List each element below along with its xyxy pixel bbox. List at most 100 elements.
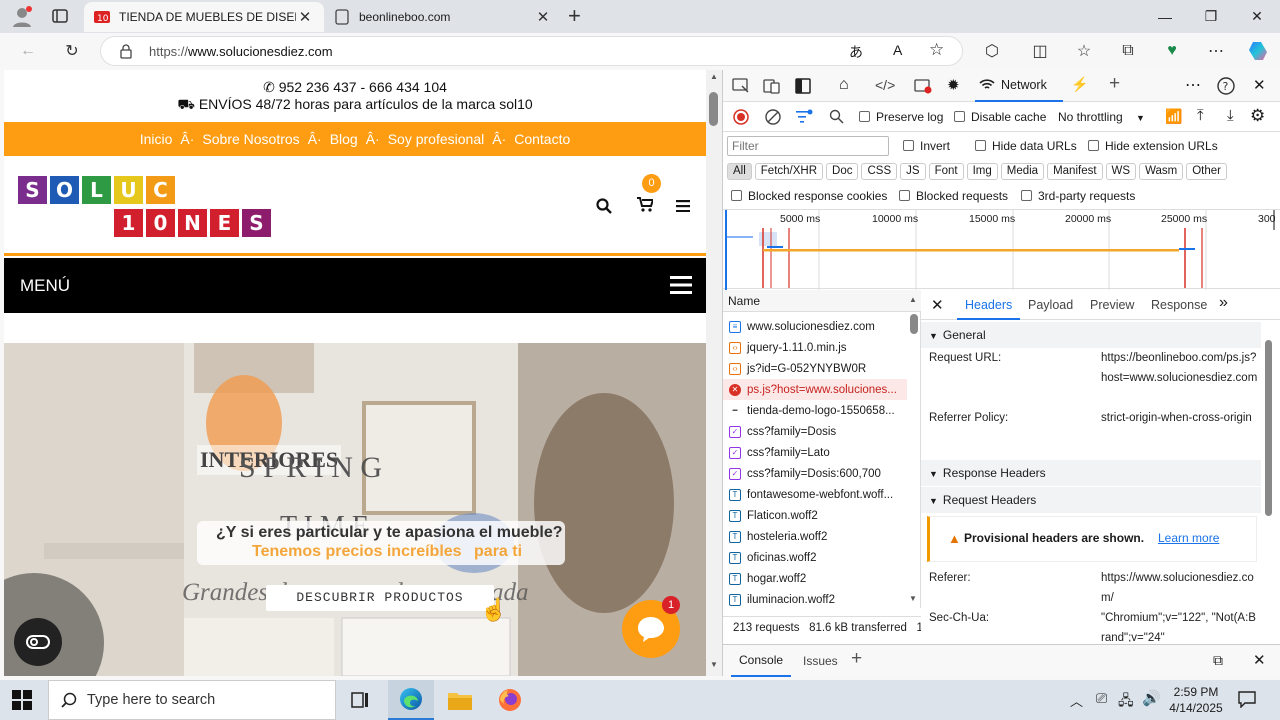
drawer-tab-console[interactable]: Console — [731, 645, 792, 677]
request-row[interactable]: ‹› jquery-1.11.0.min.js — [723, 337, 907, 358]
add-tool-icon[interactable]: + — [1109, 73, 1120, 95]
chip-js[interactable]: JS — [900, 163, 926, 180]
tab-payload[interactable]: Payload — [1028, 298, 1073, 312]
scrollbar-thumb[interactable] — [709, 92, 718, 126]
close-tab-icon[interactable]: ✕ — [534, 8, 552, 26]
read-aloud-icon[interactable]: A — [893, 42, 902, 58]
chip-fetch-xhr[interactable]: Fetch/XHR — [754, 163, 824, 180]
device-toolbar-icon[interactable] — [763, 78, 781, 94]
close-window-button[interactable]: ✕ — [1234, 0, 1280, 33]
chip-font[interactable]: Font — [928, 163, 964, 180]
main-menu-bar[interactable]: MENÚ — [4, 258, 706, 313]
reload-button[interactable]: ↻ — [58, 37, 86, 65]
extensions-icon[interactable]: ⬡ — [978, 37, 1006, 65]
scroll-up-arrow-icon[interactable]: ▲ — [710, 72, 718, 81]
start-button[interactable] — [12, 690, 32, 710]
nav-sobre-nosotros[interactable]: Sobre Nosotros — [202, 131, 299, 147]
show-hidden-icons-chevron-icon[interactable]: ︿ — [1070, 691, 1083, 710]
invert-checkbox[interactable]: Invert — [903, 139, 950, 153]
disable-cache-checkbox[interactable]: Disable cache — [954, 110, 1046, 124]
site-logo[interactable]: S O L U C 1 0 N E S — [18, 176, 271, 240]
performance-icon[interactable]: ♥ — [1158, 37, 1186, 65]
clock[interactable]: 2:59 PM 4/14/2025 — [1164, 684, 1228, 716]
menu-toggle-icon[interactable] — [670, 276, 692, 294]
tab-tienda[interactable]: 10 TIENDA DE MUEBLES DE DISEÑO ✕ — [84, 2, 324, 32]
throttling-select[interactable]: No throttling ▼ — [1058, 110, 1145, 124]
chip-wasm[interactable]: Wasm — [1139, 163, 1184, 180]
request-row[interactable]: ✓ css?family=Lato — [723, 442, 907, 463]
tab-network[interactable]: Network — [975, 70, 1063, 102]
chip-doc[interactable]: Doc — [826, 163, 859, 180]
elements-icon[interactable]: </> — [875, 77, 895, 93]
console-icon[interactable] — [914, 78, 932, 94]
split-screen-icon[interactable]: ◫ — [1026, 37, 1054, 65]
minimize-button[interactable]: — — [1142, 0, 1188, 33]
request-row[interactable]: Toficinas.woff2 — [723, 547, 907, 568]
close-devtools-icon[interactable]: ✕ — [1253, 76, 1266, 94]
network-settings-gear-icon[interactable]: ⚙ — [1250, 106, 1265, 126]
request-row[interactable]: Tiluminacion.woff2 — [723, 589, 907, 610]
blocked-cookies-checkbox[interactable]: Blocked response cookies — [731, 189, 887, 203]
network-overview-timeline[interactable]: 5000 ms 10000 ms 15000 ms 20000 ms 25000… — [723, 209, 1280, 290]
filter-icon[interactable] — [796, 109, 814, 125]
request-headers-section-header[interactable]: ▼ Request Headers — [921, 487, 1261, 513]
request-row[interactable]: T Flaticon.woff2 — [723, 505, 907, 526]
add-drawer-tab-icon[interactable]: + — [851, 648, 862, 670]
hero-cta-button[interactable]: DESCUBRIR PRODUCTOS — [266, 585, 494, 611]
search-icon[interactable] — [596, 198, 612, 214]
chip-img[interactable]: Img — [966, 163, 998, 180]
import-har-icon[interactable]: ⤒ — [1197, 107, 1204, 124]
general-section-header[interactable]: ▼ General — [921, 322, 1261, 348]
accessibility-button[interactable] — [14, 618, 62, 666]
volume-icon[interactable]: 🔊 — [1142, 689, 1161, 707]
sources-bug-icon[interactable]: ✹ — [947, 76, 960, 94]
details-scrollbar-thumb[interactable] — [1265, 340, 1272, 516]
network-icon[interactable]: 🖧 — [1118, 690, 1134, 714]
back-button[interactable]: ← — [14, 37, 42, 65]
drawer-tab-issues[interactable]: Issues — [803, 654, 838, 668]
copilot-icon[interactable] — [1244, 37, 1272, 65]
collections-icon[interactable]: ⧉ — [1114, 37, 1142, 65]
new-tab-button[interactable]: + — [568, 3, 581, 29]
scroll-up-arrow-icon[interactable]: ▲ — [909, 295, 917, 304]
nav-contacto[interactable]: Contacto — [514, 131, 570, 147]
profile-icon[interactable] — [10, 5, 34, 29]
preserve-log-checkbox[interactable]: Preserve log — [859, 110, 943, 124]
request-row[interactable]: ━ tienda-demo-logo-1550658... — [723, 400, 907, 421]
task-view-icon[interactable] — [350, 690, 370, 710]
blocked-requests-checkbox[interactable]: Blocked requests — [899, 189, 1008, 203]
request-row[interactable]: ‹› js?id=G-052YNYBW0R — [723, 358, 907, 379]
request-row[interactable]: Thosteleria.woff2 — [723, 526, 907, 547]
help-icon[interactable]: ? — [1217, 77, 1235, 95]
close-drawer-icon[interactable]: ✕ — [1253, 651, 1266, 669]
meet-now-icon[interactable]: ⎚ — [1096, 690, 1107, 707]
nav-soy-profesional[interactable]: Soy profesional — [388, 131, 485, 147]
inspect-element-icon[interactable] — [732, 78, 750, 94]
dock-side-icon[interactable] — [795, 78, 811, 94]
firefox-icon[interactable] — [498, 688, 522, 712]
notifications-icon[interactable] — [1238, 690, 1256, 708]
request-row-error[interactable]: ✕ ps.js?host=www.soluciones... — [723, 379, 907, 400]
request-row[interactable]: Thogar.woff2 — [723, 568, 907, 589]
hero-banner[interactable]: INTERIORES S P R I N G T I M E ¿Y si ere… — [4, 343, 706, 676]
learn-more-link[interactable]: Learn more — [1158, 531, 1219, 545]
chip-manifest[interactable]: Manifest — [1047, 163, 1103, 180]
chip-ws[interactable]: WS — [1105, 163, 1137, 180]
name-column-header[interactable]: Name ▲ — [723, 290, 921, 312]
nav-inicio[interactable]: Inicio — [140, 131, 173, 147]
tab-preview[interactable]: Preview — [1090, 298, 1134, 312]
more-menu-icon[interactable]: ⋯ — [1202, 37, 1230, 65]
file-explorer-icon[interactable] — [448, 690, 472, 710]
tab-beonlineboo[interactable]: beonlineboo.com ✕ — [324, 2, 562, 32]
hide-data-urls-checkbox[interactable]: Hide data URLs — [975, 139, 1077, 153]
chip-media[interactable]: Media — [1000, 163, 1045, 180]
filter-input[interactable] — [727, 136, 889, 156]
address-bar[interactable]: https://www.solucionesdiez.com あ A ☆ — [100, 36, 963, 66]
export-har-icon[interactable]: ⤓ — [1227, 107, 1234, 124]
chip-all[interactable]: All — [727, 163, 752, 180]
third-party-checkbox[interactable]: 3rd-party requests — [1021, 189, 1135, 203]
menu-label[interactable]: MENÚ — [20, 276, 70, 296]
cart-icon[interactable] — [637, 196, 653, 212]
scroll-down-arrow-icon[interactable]: ▼ — [710, 660, 718, 669]
nav-blog[interactable]: Blog — [330, 131, 358, 147]
